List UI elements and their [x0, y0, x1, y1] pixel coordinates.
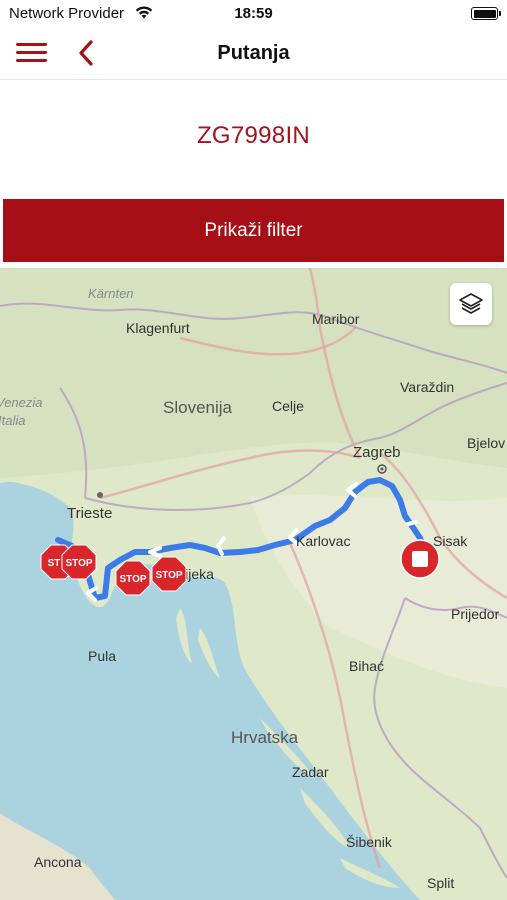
- status-bar: Network Provider 18:59: [0, 0, 507, 28]
- map-label-bjelovar: Bjelov: [467, 435, 506, 451]
- map-label-prijedor: Prijedor: [451, 606, 500, 622]
- layers-icon: [459, 293, 483, 314]
- map-label-maribor: Maribor: [312, 311, 360, 327]
- battery-icon: [471, 7, 501, 20]
- stop-square-icon: [412, 551, 428, 567]
- stop-marker-label: STOP: [119, 574, 146, 585]
- map-label-ancona: Ancona: [34, 854, 82, 870]
- map-layers-button[interactable]: [450, 283, 492, 325]
- map-label-trieste: Trieste: [67, 505, 113, 522]
- route-map[interactable]: Kärnten Klagenfurt Maribor Slovenija Cel…: [0, 268, 507, 900]
- map-label-karnten: Kärnten: [88, 286, 134, 301]
- show-filter-button[interactable]: Prikaži filter: [3, 199, 504, 262]
- map-label-varazdin: Varaždin: [400, 379, 455, 395]
- stop-marker[interactable]: STOP: [61, 544, 97, 580]
- stop-marker[interactable]: STOP: [115, 560, 151, 596]
- vehicle-plate: ZG7998IN: [196, 122, 311, 149]
- stop-marker-label: STOP: [65, 558, 92, 569]
- map-label-pula: Pula: [88, 648, 117, 664]
- stop-marker-label: ST: [48, 558, 61, 569]
- map-label-klagenfurt: Klagenfurt: [126, 320, 190, 336]
- map-label-italia: Italia: [0, 413, 26, 428]
- map-label-bihac: Bihać: [349, 658, 385, 674]
- map-label-zadar: Zadar: [292, 764, 329, 780]
- stop-marker[interactable]: STOP: [151, 556, 187, 592]
- stop-marker-label: STOP: [155, 570, 182, 581]
- hamburger-menu-icon[interactable]: [16, 40, 48, 66]
- map-label-hrvatska: Hrvatska: [231, 728, 299, 747]
- status-time: 18:59: [234, 5, 273, 22]
- map-label-zagreb: Zagreb: [353, 444, 401, 461]
- map-label-split: Split: [427, 875, 455, 891]
- map-label-sibenik: Šibenik: [346, 834, 392, 850]
- map-label-celje: Celje: [272, 398, 304, 414]
- map-label-karlovac: Karlovac: [296, 533, 351, 549]
- navigation-bar: Putanja: [0, 28, 507, 80]
- back-chevron-icon[interactable]: [74, 38, 100, 68]
- map-label-slovenija: Slovenija: [163, 398, 232, 417]
- route-end-marker[interactable]: [399, 538, 441, 580]
- map-background: [0, 268, 507, 900]
- map-label-venezia: Venezia: [0, 395, 43, 410]
